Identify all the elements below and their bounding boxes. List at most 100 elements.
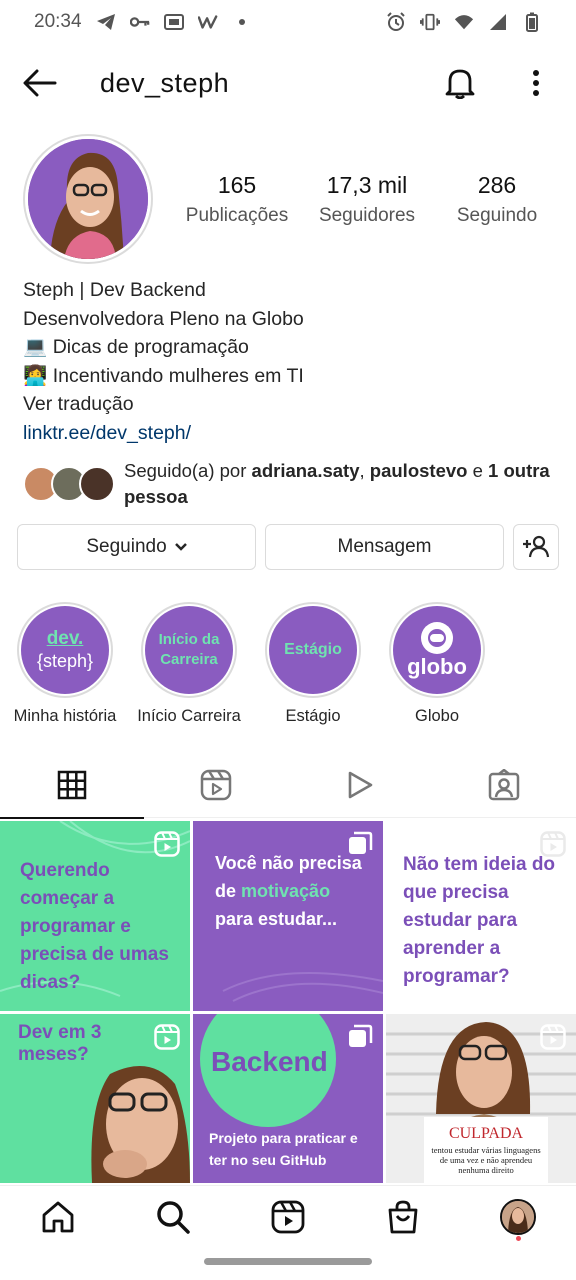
nav-shop[interactable] [373, 1187, 433, 1247]
bio-line: Desenvolvedora Pleno na Globo [23, 307, 304, 330]
highlight-globo[interactable]: globo Globo [377, 602, 497, 726]
highlight-cover: dev. {steph} [21, 606, 109, 694]
reels-icon [154, 1024, 180, 1050]
nav-profile[interactable] [488, 1187, 548, 1247]
home-icon [42, 1201, 73, 1232]
profile-avatar[interactable] [23, 134, 153, 264]
add-user-icon [523, 535, 550, 558]
message-button-label: Mensagem [337, 536, 432, 557]
tab-videos[interactable] [288, 752, 432, 818]
battery-icon [522, 12, 542, 32]
highlight-cover-text: Início da [158, 631, 220, 648]
tagged-icon [488, 769, 520, 801]
reels-icon [271, 1200, 305, 1233]
bio-line: 👩‍💻 Incentivando mulheres em TI [23, 364, 304, 387]
bottom-navigation [0, 1185, 576, 1247]
highlight-cover: globo [393, 606, 481, 694]
tab-tagged[interactable] [432, 752, 576, 818]
highlight-ring: Início da Carreira [141, 602, 237, 698]
nav-home[interactable] [28, 1187, 88, 1247]
follower-name[interactable]: adriana.saty [252, 460, 360, 481]
profile-header: dev_steph [0, 52, 576, 114]
followed-by[interactable]: Seguido(a) por adriana.saty, paulostevo … [23, 456, 553, 512]
post-thumbnail[interactable]: Querendo começar a programar e precisa d… [0, 821, 190, 1011]
highlight-ring: dev. {steph} [17, 602, 113, 698]
status-bar: 20:34 [0, 0, 576, 44]
see-translation-link[interactable]: Ver tradução [23, 390, 553, 419]
posts-label: Publicações [185, 205, 289, 226]
story-highlights: dev. {steph} Minha história Início da Ca… [0, 602, 576, 732]
globo-logo-icon [421, 622, 453, 654]
stat-posts[interactable]: 165 Publicações [172, 172, 302, 227]
post-caption: Não tem ideia do que precisa estudar par… [403, 854, 556, 987]
highlight-cover-text: {steph} [36, 651, 94, 671]
highlight-inicio-carreira[interactable]: Início da Carreira Início Carreira [129, 602, 249, 726]
highlight-cover: Início da Carreira [145, 606, 233, 694]
grid-icon [57, 770, 87, 800]
highlight-label: Início Carreira [137, 707, 241, 725]
profile-bio: Steph | Dev Backend Desenvolvedora Pleno… [23, 276, 553, 447]
highlight-minha-historia[interactable]: dev. {steph} Minha história [5, 602, 125, 726]
post-thumbnail[interactable]: Dev em 3 meses? [0, 1014, 190, 1183]
nav-reels[interactable] [258, 1187, 318, 1247]
posts-grid: Querendo começar a programar e precisa d… [0, 821, 576, 1183]
wifi-icon [454, 12, 474, 32]
stat-followers[interactable]: 17,3 mil Seguidores [302, 172, 432, 227]
stat-following[interactable]: 286 Seguindo [432, 172, 562, 227]
telegram-icon [96, 12, 116, 32]
post-thumbnail[interactable]: Você não precisa de motivação para estud… [193, 821, 383, 1011]
message-button[interactable]: Mensagem [265, 524, 504, 570]
followed-by-prefix: Seguido(a) por [124, 460, 252, 481]
vibrate-icon [420, 12, 440, 32]
carousel-icon [349, 1024, 373, 1047]
search-icon [157, 1200, 190, 1234]
post-thumbnail[interactable]: CULPADA tentou estudar várias linguagens… [386, 1014, 576, 1183]
nav-search[interactable] [143, 1187, 203, 1247]
sign-title: CULPADA [448, 1125, 524, 1142]
chevron-down-icon [174, 543, 187, 551]
key-icon [129, 12, 150, 32]
profile-summary: 165 Publicações 17,3 mil Seguidores 286 … [0, 134, 576, 264]
highlight-cover-text: Carreira [160, 651, 218, 668]
notifications-button[interactable] [442, 65, 478, 101]
highlight-cover-text: dev. [46, 628, 84, 649]
profile-stats: 165 Publicações 17,3 mil Seguidores 286 … [172, 172, 562, 227]
reels-icon [540, 831, 566, 857]
following-count: 286 [477, 172, 517, 198]
suggested-users-button[interactable] [513, 524, 559, 570]
reels-icon [540, 1024, 566, 1050]
alarm-icon [386, 12, 406, 32]
slides-icon [163, 12, 184, 32]
home-indicator[interactable] [204, 1258, 372, 1265]
tab-reels[interactable] [144, 752, 288, 818]
post-title: Backend [211, 1046, 328, 1077]
bio-link[interactable]: linktr.ee/dev_steph/ [23, 419, 553, 448]
avatar [500, 1198, 537, 1235]
play-icon [348, 771, 373, 799]
carousel-icon [349, 831, 373, 854]
profile-actions: Seguindo Mensagem [17, 524, 559, 572]
following-button[interactable]: Seguindo [17, 524, 256, 570]
more-options-button[interactable] [518, 65, 554, 101]
more-vertical-icon [533, 70, 539, 96]
w-icon [197, 12, 218, 32]
profile-photo [28, 139, 148, 259]
highlight-label: Globo [414, 707, 460, 725]
reels-icon [154, 831, 180, 857]
sign: CULPADA tentou estudar várias linguagens… [424, 1117, 548, 1183]
mutual-followers-avatars [23, 464, 115, 504]
following-button-label: Seguindo [86, 536, 167, 557]
post-thumbnail[interactable]: Backend Projeto para praticar e ter no s… [193, 1014, 383, 1183]
highlight-estagio[interactable]: Estágio Estágio [253, 602, 373, 726]
connector: e [467, 460, 489, 481]
back-button[interactable] [22, 65, 58, 101]
post-thumbnail[interactable]: Não tem ideia do que precisa estudar par… [386, 821, 576, 1011]
highlight-label: Estágio [285, 707, 341, 725]
tab-posts-grid[interactable] [0, 752, 144, 819]
follower-name[interactable]: paulostevo [370, 460, 468, 481]
status-time: 20:34 [34, 11, 82, 32]
following-label: Seguindo [456, 205, 538, 226]
sign-text: tentou estudar várias linguagens de uma … [431, 1145, 541, 1175]
post-caption: Dev em 3 meses? [18, 1022, 102, 1065]
dot-icon [232, 12, 252, 32]
